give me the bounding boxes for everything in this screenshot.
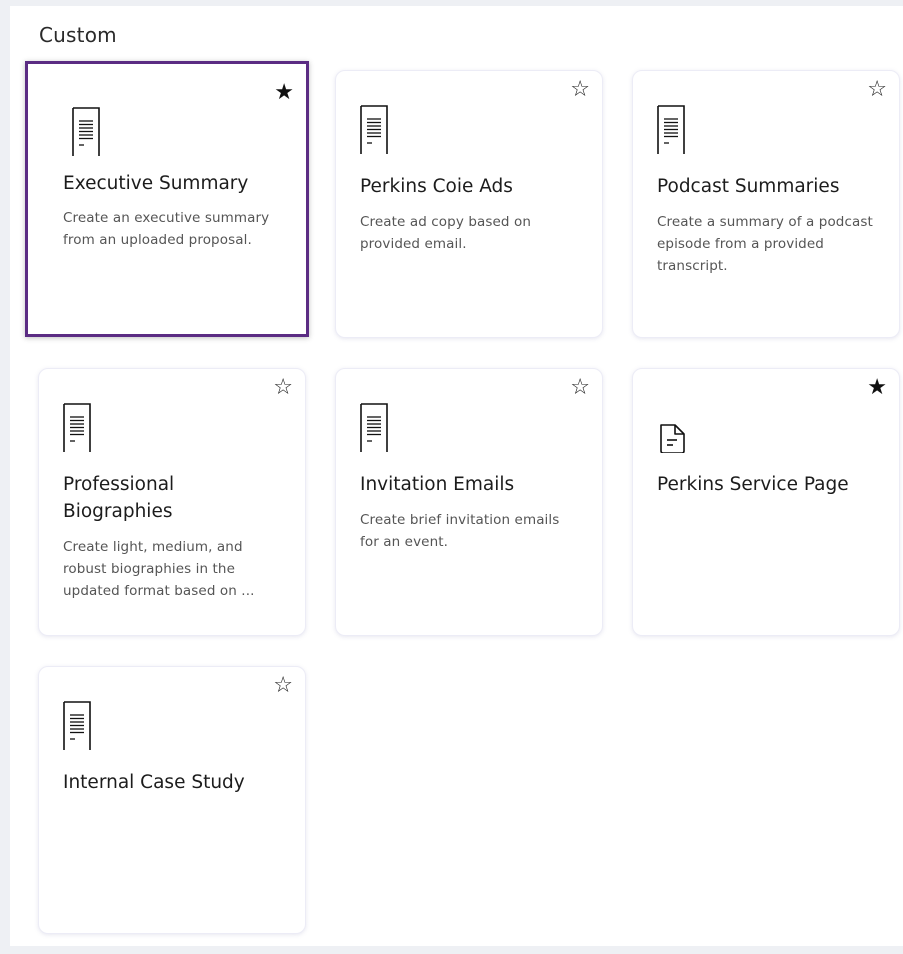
template-card-podcast-summaries[interactable]: ☆ Podcast Summaries Create a summary of … (632, 70, 900, 338)
template-card-invitation-emails[interactable]: ☆ Invitation Emails Create brief invitat… (335, 368, 603, 636)
template-card-internal-case-study[interactable]: ☆ Internal Case Study (38, 666, 306, 934)
template-card-executive-summary[interactable]: ★ Executive Summary Create an executive … (25, 61, 309, 337)
card-description: Create a summary of a podcast episode fr… (657, 214, 873, 274)
card-title: Invitation Emails (360, 474, 515, 495)
card-title: Podcast Summaries (657, 176, 840, 197)
template-card-perkins-coie-ads[interactable]: ☆ Perkins Coie Ads Create ad copy based … (335, 70, 603, 338)
template-card-professional-biographies[interactable]: ☆ Professional Biographies Create light,… (38, 368, 306, 636)
document-lines-icon (657, 105, 685, 154)
document-lines-icon (360, 403, 388, 452)
favorite-star-outline-icon[interactable]: ☆ (867, 79, 887, 101)
document-lines-icon (63, 701, 91, 750)
document-icon (660, 424, 685, 453)
favorite-star-outline-icon[interactable]: ☆ (570, 79, 590, 101)
card-description: Create an executive summary from an uplo… (63, 210, 270, 248)
card-description: Create brief invitation emails for an ev… (360, 512, 560, 550)
card-title: Professional Biographies (63, 474, 175, 522)
card-title: Executive Summary (63, 173, 249, 194)
card-description: Create light, medium, and robust biograp… (63, 539, 255, 599)
section-title: Custom (39, 23, 117, 47)
favorite-star-icon[interactable]: ★ (867, 377, 887, 399)
card-title: Perkins Service Page (657, 474, 849, 495)
card-description: Create ad copy based on provided email. (360, 214, 531, 252)
favorite-star-outline-icon[interactable]: ☆ (273, 675, 293, 697)
card-title: Perkins Coie Ads (360, 176, 513, 197)
favorite-star-outline-icon[interactable]: ☆ (273, 377, 293, 399)
document-lines-icon (72, 107, 100, 156)
favorite-star-icon[interactable]: ★ (274, 82, 294, 104)
favorite-star-outline-icon[interactable]: ☆ (570, 377, 590, 399)
card-title: Internal Case Study (63, 772, 245, 793)
template-card-perkins-service-page[interactable]: ★ Perkins Service Page (632, 368, 900, 636)
document-lines-icon (360, 105, 388, 154)
document-lines-icon (63, 403, 91, 452)
